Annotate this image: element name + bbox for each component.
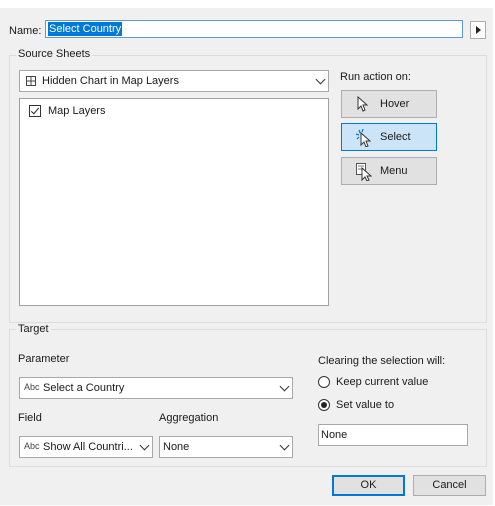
clearing-label: Clearing the selection will: — [318, 355, 446, 367]
source-sheets-title: Source Sheets — [16, 48, 93, 60]
list-item[interactable]: Map Layers — [28, 103, 178, 119]
name-label: Name: — [9, 25, 42, 37]
parameter-label: Parameter — [18, 353, 70, 365]
ok-button[interactable]: OK — [332, 475, 405, 496]
click-pointer-icon — [356, 129, 372, 147]
chevron-down-icon — [139, 440, 150, 451]
aggregation-dropdown[interactable]: None — [159, 436, 293, 458]
hover-button-label: Hover — [380, 98, 410, 110]
abc-type-icon: Abc — [24, 441, 40, 451]
aggregation-dropdown-value: None — [163, 441, 190, 453]
set-value-input-value: None — [321, 429, 348, 441]
map-layers-checkbox[interactable] — [29, 105, 41, 117]
select-button-label: Select — [380, 131, 411, 143]
name-input[interactable]: Select Country — [45, 20, 463, 38]
cancel-button[interactable]: Cancel — [413, 475, 486, 496]
menu-button[interactable]: Menu — [341, 157, 437, 185]
set-value-to-radio[interactable] — [318, 399, 330, 411]
field-dropdown[interactable]: Abc Show All Countri... — [19, 436, 153, 458]
source-sheet-dropdown[interactable]: Hidden Chart in Map Layers — [19, 70, 329, 92]
source-sheets-list[interactable]: Map Layers — [19, 98, 329, 306]
aggregation-label: Aggregation — [159, 412, 219, 424]
list-item-label: Map Layers — [48, 105, 106, 117]
chevron-down-icon — [279, 440, 290, 451]
table-icon — [26, 76, 36, 86]
name-input-value: Select Country — [48, 22, 123, 36]
source-sheet-dropdown-value: Hidden Chart in Map Layers — [42, 75, 179, 87]
parameter-dropdown-value: Select a Country — [43, 382, 125, 394]
parameter-dropdown[interactable]: Abc Select a Country — [19, 377, 293, 399]
insert-menu-button[interactable] — [470, 21, 486, 39]
dialog: Name: Select Country Source Sheets Hidde… — [0, 8, 493, 505]
keep-current-value-radio[interactable] — [318, 376, 330, 388]
field-label: Field — [18, 412, 42, 424]
run-action-label: Run action on: — [340, 71, 411, 83]
set-value-input[interactable]: None — [318, 424, 468, 446]
set-value-to-label: Set value to — [336, 399, 395, 411]
pointer-icon — [357, 96, 368, 112]
field-dropdown-value: Show All Countri... — [43, 441, 133, 453]
abc-type-icon: Abc — [24, 382, 40, 392]
target-title: Target — [16, 323, 51, 335]
chevron-down-icon — [315, 74, 326, 85]
menu-pointer-icon — [356, 163, 372, 181]
menu-button-label: Menu — [380, 165, 408, 177]
select-button[interactable]: Select — [341, 123, 437, 151]
chevron-down-icon — [279, 381, 290, 392]
keep-current-value-label: Keep current value — [336, 376, 429, 388]
hover-button[interactable]: Hover — [341, 90, 437, 118]
